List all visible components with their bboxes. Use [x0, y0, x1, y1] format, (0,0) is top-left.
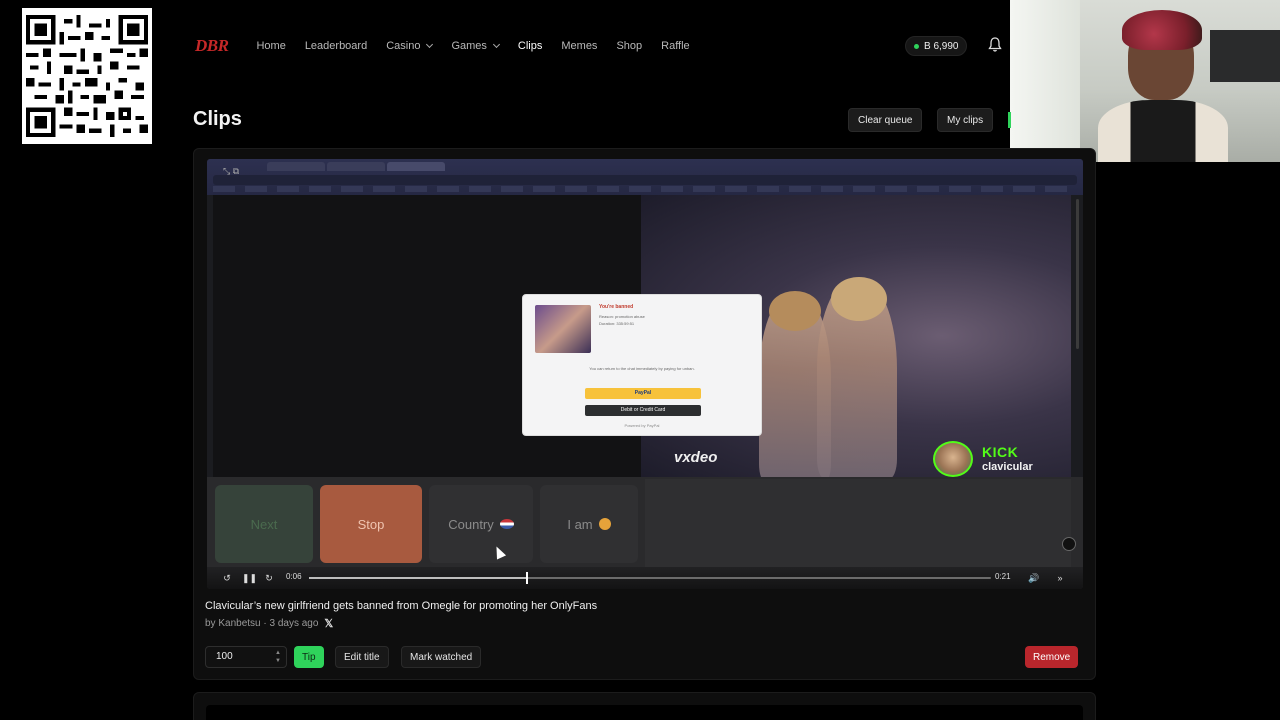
- duration-time: 0:21: [995, 572, 1011, 581]
- popup-message: You can return to the chat immediately b…: [589, 366, 695, 371]
- kick-logo: KICK: [982, 444, 1019, 460]
- tip-amount-value: 100: [216, 651, 233, 662]
- video-stop-button: Stop: [320, 485, 422, 563]
- webcam-window-background: [1010, 0, 1080, 162]
- video-browser-chrome: ⤡ ⧉: [207, 159, 1083, 195]
- ban-popup: You're banned Reason: promotion abuse Du…: [522, 294, 762, 436]
- nav-item-label: Games: [451, 40, 487, 52]
- chevron-down-icon: [426, 40, 434, 49]
- seek-bar[interactable]: [309, 572, 991, 584]
- browser-tabs: [267, 162, 445, 171]
- video-chat-box: [645, 479, 1071, 567]
- next-clip-card: [193, 692, 1096, 720]
- x-logo-icon[interactable]: 𝕏: [324, 617, 333, 630]
- balance-badge[interactable]: B 6,990: [905, 36, 968, 56]
- nav-item-label: Memes: [561, 40, 598, 52]
- mark-watched-button[interactable]: Mark watched: [401, 646, 482, 668]
- video-country-label: Country: [448, 516, 494, 532]
- current-time: 0:06: [286, 572, 302, 581]
- nav-item-games[interactable]: Games: [451, 40, 500, 52]
- site-logo[interactable]: DBR: [195, 36, 229, 56]
- clip-title: Clavicular’s new girlfriend gets banned …: [205, 600, 598, 612]
- video-next-label: Next: [250, 516, 278, 532]
- hidden-green-button-edge[interactable]: [1008, 112, 1011, 128]
- webcam-tv-background: [1210, 30, 1280, 82]
- browser-bookmarks: [213, 186, 1077, 192]
- chevron-down-icon: [492, 40, 500, 49]
- browser-address-bar: [213, 175, 1077, 185]
- paypal-button: PayPal: [585, 388, 701, 399]
- nav-item-casino[interactable]: Casino: [386, 40, 434, 52]
- popup-reason: Reason: promotion abuse: [599, 314, 645, 319]
- tip-amount-input[interactable]: 100 ▲ ▼: [205, 646, 287, 668]
- remove-button[interactable]: Remove: [1025, 646, 1079, 668]
- tip-button[interactable]: Tip: [294, 646, 324, 668]
- streamer-avatar: [933, 441, 973, 477]
- video-scrollbar: [1076, 199, 1079, 349]
- bell-icon[interactable]: [988, 37, 1002, 53]
- pause-icon[interactable]: ❚❚: [242, 572, 257, 584]
- nav-item-shop[interactable]: Shop: [616, 40, 642, 52]
- nav-item-leaderboard[interactable]: Leaderboard: [305, 40, 367, 52]
- browser-tab: [267, 162, 325, 171]
- edit-title-button[interactable]: Edit title: [335, 646, 389, 668]
- balance-value: B 6,990: [924, 40, 959, 52]
- nav-item-clips[interactable]: Clips: [518, 40, 542, 52]
- video-player[interactable]: ⤡ ⧉ You're banned Reason: promotion abus…: [207, 159, 1083, 589]
- video-stop-label: Stop: [357, 516, 385, 532]
- streamer-name: clavicular: [982, 461, 1033, 473]
- video-person-hair: [831, 277, 887, 321]
- webcam-person-hair: [1122, 10, 1202, 50]
- us-flag-icon: [499, 519, 514, 529]
- popup-footer: Powered by PayPal: [624, 423, 660, 428]
- quantity-stepper[interactable]: ▲ ▼: [275, 649, 281, 665]
- video-iam-button: I am: [540, 485, 638, 563]
- rewind-icon[interactable]: ↺: [221, 572, 233, 584]
- forward-icon[interactable]: ↻: [263, 572, 275, 584]
- nav-item-label: Raffle: [661, 40, 690, 52]
- clear-queue-button[interactable]: Clear queue: [848, 108, 923, 132]
- zoom-icon[interactable]: [1062, 537, 1076, 551]
- video-watermark: vxdeo: [674, 449, 718, 466]
- top-navigation: DBR Home Leaderboard Casino Games Clips …: [195, 28, 1010, 64]
- status-dot-icon: [914, 43, 919, 49]
- page-title: Clips: [193, 108, 242, 130]
- popup-duration: Duration: 335:59:51: [599, 321, 635, 326]
- my-clips-button[interactable]: My clips: [937, 108, 994, 132]
- next-clip-video[interactable]: [206, 705, 1083, 720]
- browser-tab: [327, 162, 385, 171]
- nav-item-label: Casino: [386, 40, 421, 52]
- video-person-hair: [769, 291, 821, 331]
- video-next-button: Next: [215, 485, 313, 563]
- browser-tab: [387, 162, 445, 171]
- nav-item-label: Shop: [616, 40, 643, 52]
- popup-thumbnail: [535, 305, 591, 353]
- clip-meta: by Kanbetsu · 3 days ago 𝕏: [205, 617, 333, 630]
- nav-item-raffle[interactable]: Raffle: [661, 40, 690, 52]
- nav-item-label: Clips: [517, 40, 543, 52]
- nav-item-label: Leaderboard: [304, 40, 368, 52]
- nav-item-label: Home: [256, 40, 286, 52]
- webcam-overlay: [1010, 0, 1280, 162]
- nav-item-home[interactable]: Home: [256, 40, 285, 52]
- player-controls: ↺ ❚❚ ↻ 0:06 0:21 🔊 »: [207, 567, 1083, 589]
- webcam-person-shirt: [1098, 100, 1228, 162]
- seek-bar-handle[interactable]: [526, 572, 529, 584]
- popup-title: You're banned: [599, 304, 634, 310]
- volume-icon[interactable]: 🔊: [1028, 572, 1040, 584]
- video-country-button: Country: [429, 485, 533, 563]
- skip-icon[interactable]: »: [1054, 572, 1066, 584]
- qr-code: [22, 8, 152, 144]
- nav-item-memes[interactable]: Memes: [561, 40, 597, 52]
- seek-bar-progress: [309, 577, 528, 579]
- clip-author[interactable]: by Kanbetsu · 3 days ago: [205, 618, 318, 629]
- video-iam-label: I am: [567, 516, 593, 532]
- debit-card-button: Debit or Credit Card: [585, 405, 701, 416]
- emoji-icon: [598, 518, 611, 530]
